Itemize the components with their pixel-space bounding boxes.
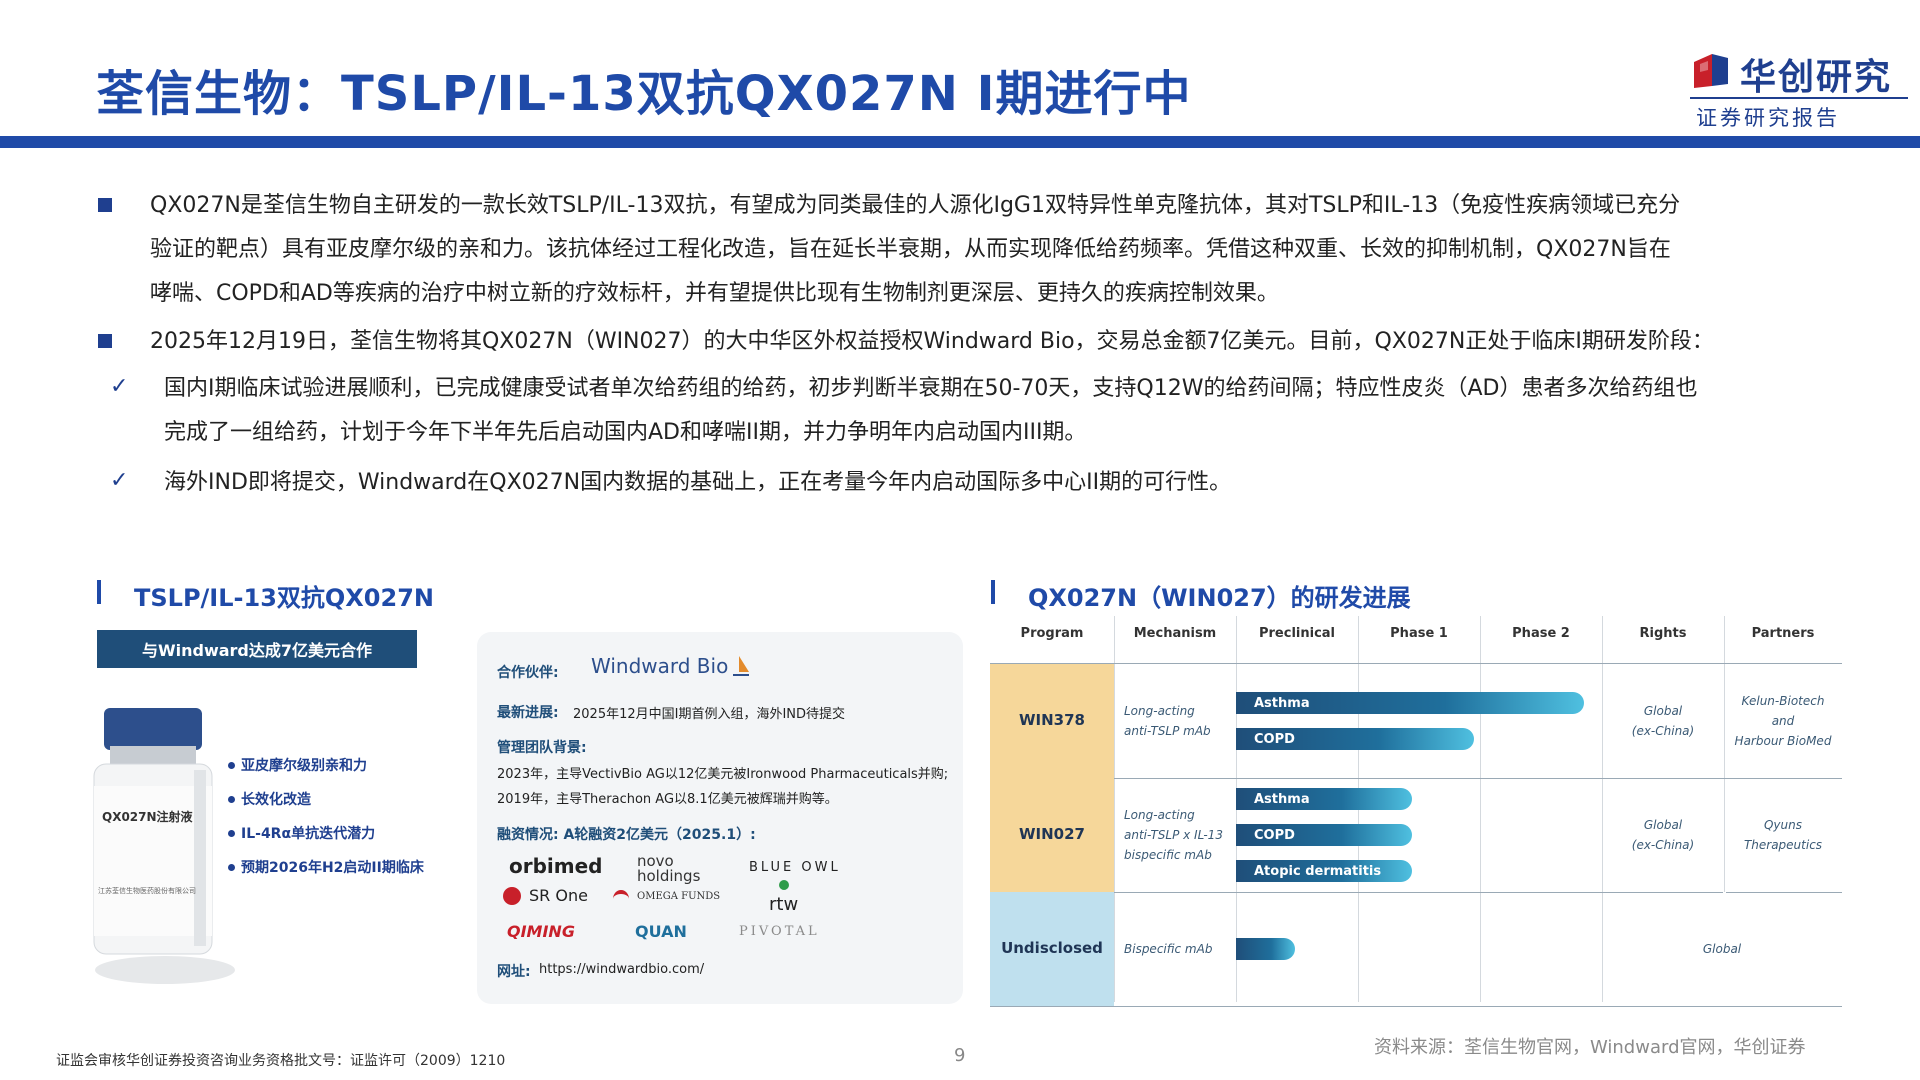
column-header: Mechanism	[1133, 626, 1217, 641]
section-title-right: QX027N（WIN027）的研发进展	[1028, 584, 1411, 612]
logo-cube-icon	[1694, 54, 1728, 88]
feature-dot-icon	[228, 762, 235, 769]
vial-label: QX027N注射液	[102, 810, 193, 824]
pipeline-bar: Asthma	[1236, 692, 1584, 714]
header-divider-bar	[0, 136, 1920, 148]
investor-qiming: QIMING	[507, 922, 575, 941]
logo-name: 华创研究	[1740, 57, 1893, 98]
sail-logo-icon	[733, 656, 749, 676]
rights-text: Global (ex-China)	[1631, 818, 1695, 852]
sr-one-icon	[503, 887, 521, 905]
investor-blue-owl: BLUE OWL	[749, 860, 841, 875]
table-rule	[990, 778, 1842, 779]
team-line: 2023年，主导VectivBio AG以12亿美元被Ironwood Phar…	[497, 767, 949, 782]
logo-divider	[1690, 97, 1908, 99]
column-header: Preclinical	[1258, 626, 1336, 641]
column-header: Rights	[1639, 626, 1687, 641]
brand-logo: 华创研究 证券研究报告	[1690, 44, 1908, 134]
column-header: Phase 1	[1390, 626, 1448, 641]
investor-pivotal: PIVOTAL	[739, 924, 820, 939]
table-rule	[990, 1006, 1842, 1007]
mechanism-text: Long-acting anti-TSLP x IL-13 bispecific m…	[1124, 808, 1223, 862]
investor-orbimed: orbimed	[509, 854, 603, 878]
text-line: 完成了一组给药，计划于今年下半年先后启动国内AD和哮喘II期，并力争明年内启动国…	[164, 420, 1087, 445]
table-rule	[990, 663, 1842, 664]
investor-novo: novo holdings	[637, 852, 701, 885]
column-separator	[1480, 616, 1481, 1002]
partners-text: Kelun-Biotech and Harbour BioMed	[1734, 694, 1832, 748]
website-label: 网址:	[497, 964, 531, 980]
text-line: 哮喘、COPD和AD等疾病的治疗中树立新的疗效标杆，并有望提供比现有生物制剂更深…	[150, 281, 1279, 306]
logo-subtitle: 证券研究报告	[1696, 106, 1840, 130]
page-number: 9	[954, 1045, 966, 1066]
omega-icon	[613, 890, 629, 908]
paragraph-licensing-deal: 2025年12月19日，荃信生物将其QX027N（WIN027）的大中华区外权益…	[150, 329, 1714, 354]
pipeline-bar	[1236, 938, 1295, 960]
square-bullet-icon	[98, 198, 112, 212]
feature-item: IL-4Rα单抗迭代潜力	[241, 826, 376, 842]
program-name: WIN027	[1019, 825, 1085, 843]
feature-item: 预期2026年H2启动II期临床	[241, 860, 424, 876]
check-icon: ✓	[110, 374, 129, 399]
text-line: 验证的靶点）具有亚皮摩尔级的亲和力。该抗体经过工程化改造，旨在延长半衰期，从而实…	[150, 237, 1671, 262]
funding-label: 融资情况: A轮融资2亿美元（2025.1）:	[497, 827, 756, 843]
progress-text: 2025年12月中国I期首例入组，海外IND待提交	[573, 707, 846, 722]
investor-quan: QUAN	[635, 922, 687, 941]
square-bullet-icon	[98, 334, 112, 348]
feature-dot-icon	[228, 830, 235, 837]
feature-dot-icon	[228, 864, 235, 871]
feature-dot-icon	[228, 796, 235, 803]
paragraph-qx027n-intro: QX027N是荃信生物自主研发的一款长效TSLP/IL-13双抗，有望成为同类最…	[150, 184, 1830, 316]
text-line: 国内I期临床试验进展顺利，已完成健康受试者单次给药组的给药，初步判断半衰期在50…	[164, 376, 1698, 401]
paragraph-domestic-phase1: 国内I期临床试验进展顺利，已完成健康受试者单次给药组的给药，初步判断半衰期在50…	[164, 367, 1844, 455]
column-header: Partners	[1751, 626, 1815, 641]
mechanism-text: Bispecific mAb	[1124, 942, 1213, 956]
team-label: 管理团队背景:	[497, 740, 587, 756]
website-link[interactable]: https://windwardbio.com/	[539, 962, 704, 977]
mechanism-text: Long-acting anti-TSLP mAb	[1124, 704, 1211, 738]
page-title: 荃信生物：TSLP/IL-13双抗QX027N I期进行中	[96, 66, 1192, 122]
investor-omega: OMEGA FUNDS	[637, 891, 721, 902]
feature-item: 长效化改造	[241, 792, 311, 808]
deal-banner: 与Windward达成7亿美元合作	[97, 630, 417, 668]
partners-text: Qyuns Therapeutics	[1743, 818, 1823, 852]
paragraph-overseas-ind: 海外IND即将提交，Windward在QX027N国内数据的基础上，正在考量今年…	[164, 470, 1232, 495]
program-name: Undisclosed	[1001, 939, 1103, 957]
investor-rtw: rtw	[769, 894, 799, 915]
column-header: Phase 2	[1512, 626, 1570, 641]
feature-item: 亚皮摩尔级别亲和力	[241, 758, 367, 774]
vial-maker: 江苏荃信生物医药股份有限公司	[98, 887, 196, 895]
pipeline-bar: Atopic dermatitis	[1236, 860, 1412, 882]
pipeline-bar: Asthma	[1236, 788, 1412, 810]
text-line: QX027N是荃信生物自主研发的一款长效TSLP/IL-13双抗，有望成为同类最…	[150, 193, 1681, 218]
partner-label: 合作伙伴:	[497, 665, 559, 681]
pipeline-table: Program Mechanism Preclinical Phase 1 Phase …	[990, 610, 1842, 1010]
rtw-leaf-icon	[779, 880, 789, 890]
rights-text: Global	[1702, 942, 1742, 956]
column-header: Program	[1020, 626, 1084, 641]
section-marker	[97, 580, 101, 604]
column-separator	[1114, 616, 1115, 1002]
vial-image: QX027N注射液 江苏荃信生物医药股份有限公司	[90, 700, 240, 990]
table-rule	[990, 892, 1842, 893]
footer-license: 证监会审核华创证券投资咨询业务资格批文号：证监许可（2009）1210	[56, 1053, 506, 1069]
progress-label: 最新进展:	[497, 705, 559, 721]
rights-text: Global (ex-China)	[1631, 704, 1695, 738]
footer-source: 资料来源：荃信生物官网，Windward官网，华创证券	[1374, 1037, 1806, 1058]
program-name: WIN378	[1019, 711, 1085, 729]
team-line: 2019年，主导Therachon AG以8.1亿美元被辉瑞并购等。	[497, 792, 838, 807]
partner-card: 合作伙伴: Windward Bio 最新进展: 2025年12月中国I期首例入…	[477, 632, 963, 1004]
check-icon: ✓	[110, 468, 129, 493]
pipeline-bar: COPD	[1236, 824, 1412, 846]
pipeline-bar: COPD	[1236, 728, 1474, 750]
section-title-left: TSLP/IL-13双抗QX027N	[134, 584, 434, 612]
investor-sr-one: SR One	[529, 886, 588, 905]
section-marker	[991, 580, 995, 604]
partner-name: Windward Bio	[591, 654, 729, 678]
